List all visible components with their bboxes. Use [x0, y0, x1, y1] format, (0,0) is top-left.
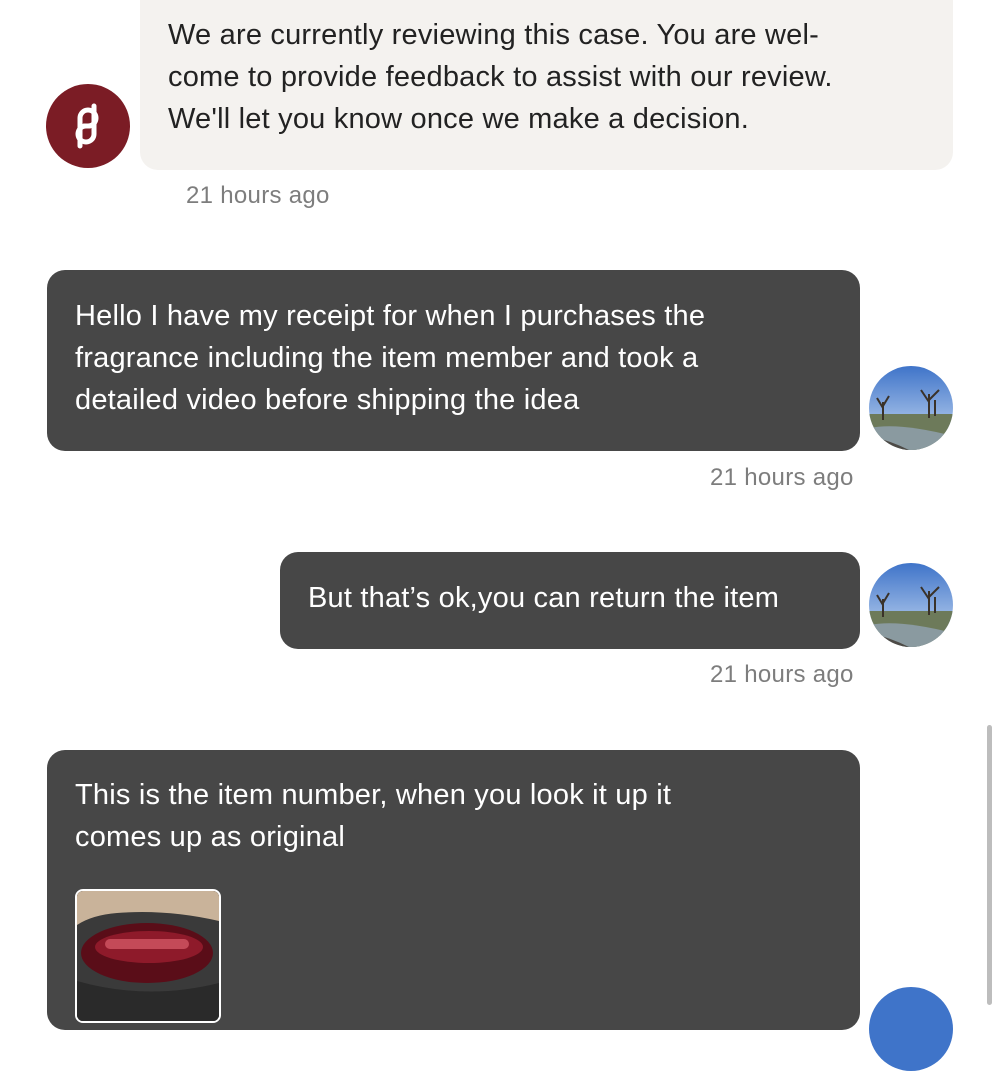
outgoing-message-text: Hello I have my receipt for when I purch… — [75, 300, 706, 416]
user-avatar[interactable] — [869, 563, 953, 647]
message-timestamp: 21 hours ago — [710, 661, 854, 688]
outgoing-message-text: But that’s ok,you can return the item — [308, 582, 780, 614]
message-timestamp: 21 hours ago — [186, 182, 330, 209]
attachment-photo-thumbnail[interactable] — [75, 889, 221, 1023]
user-avatar[interactable] — [869, 366, 953, 450]
message-timestamp: 21 hours ago — [710, 464, 854, 491]
outgoing-message-text: This is the item number, when you look i… — [75, 779, 672, 853]
incoming-message-text: We are currently reviewing this case. Yo… — [168, 19, 833, 135]
poshmark-logo-icon[interactable] — [46, 84, 130, 168]
scrollbar[interactable] — [987, 725, 992, 1005]
